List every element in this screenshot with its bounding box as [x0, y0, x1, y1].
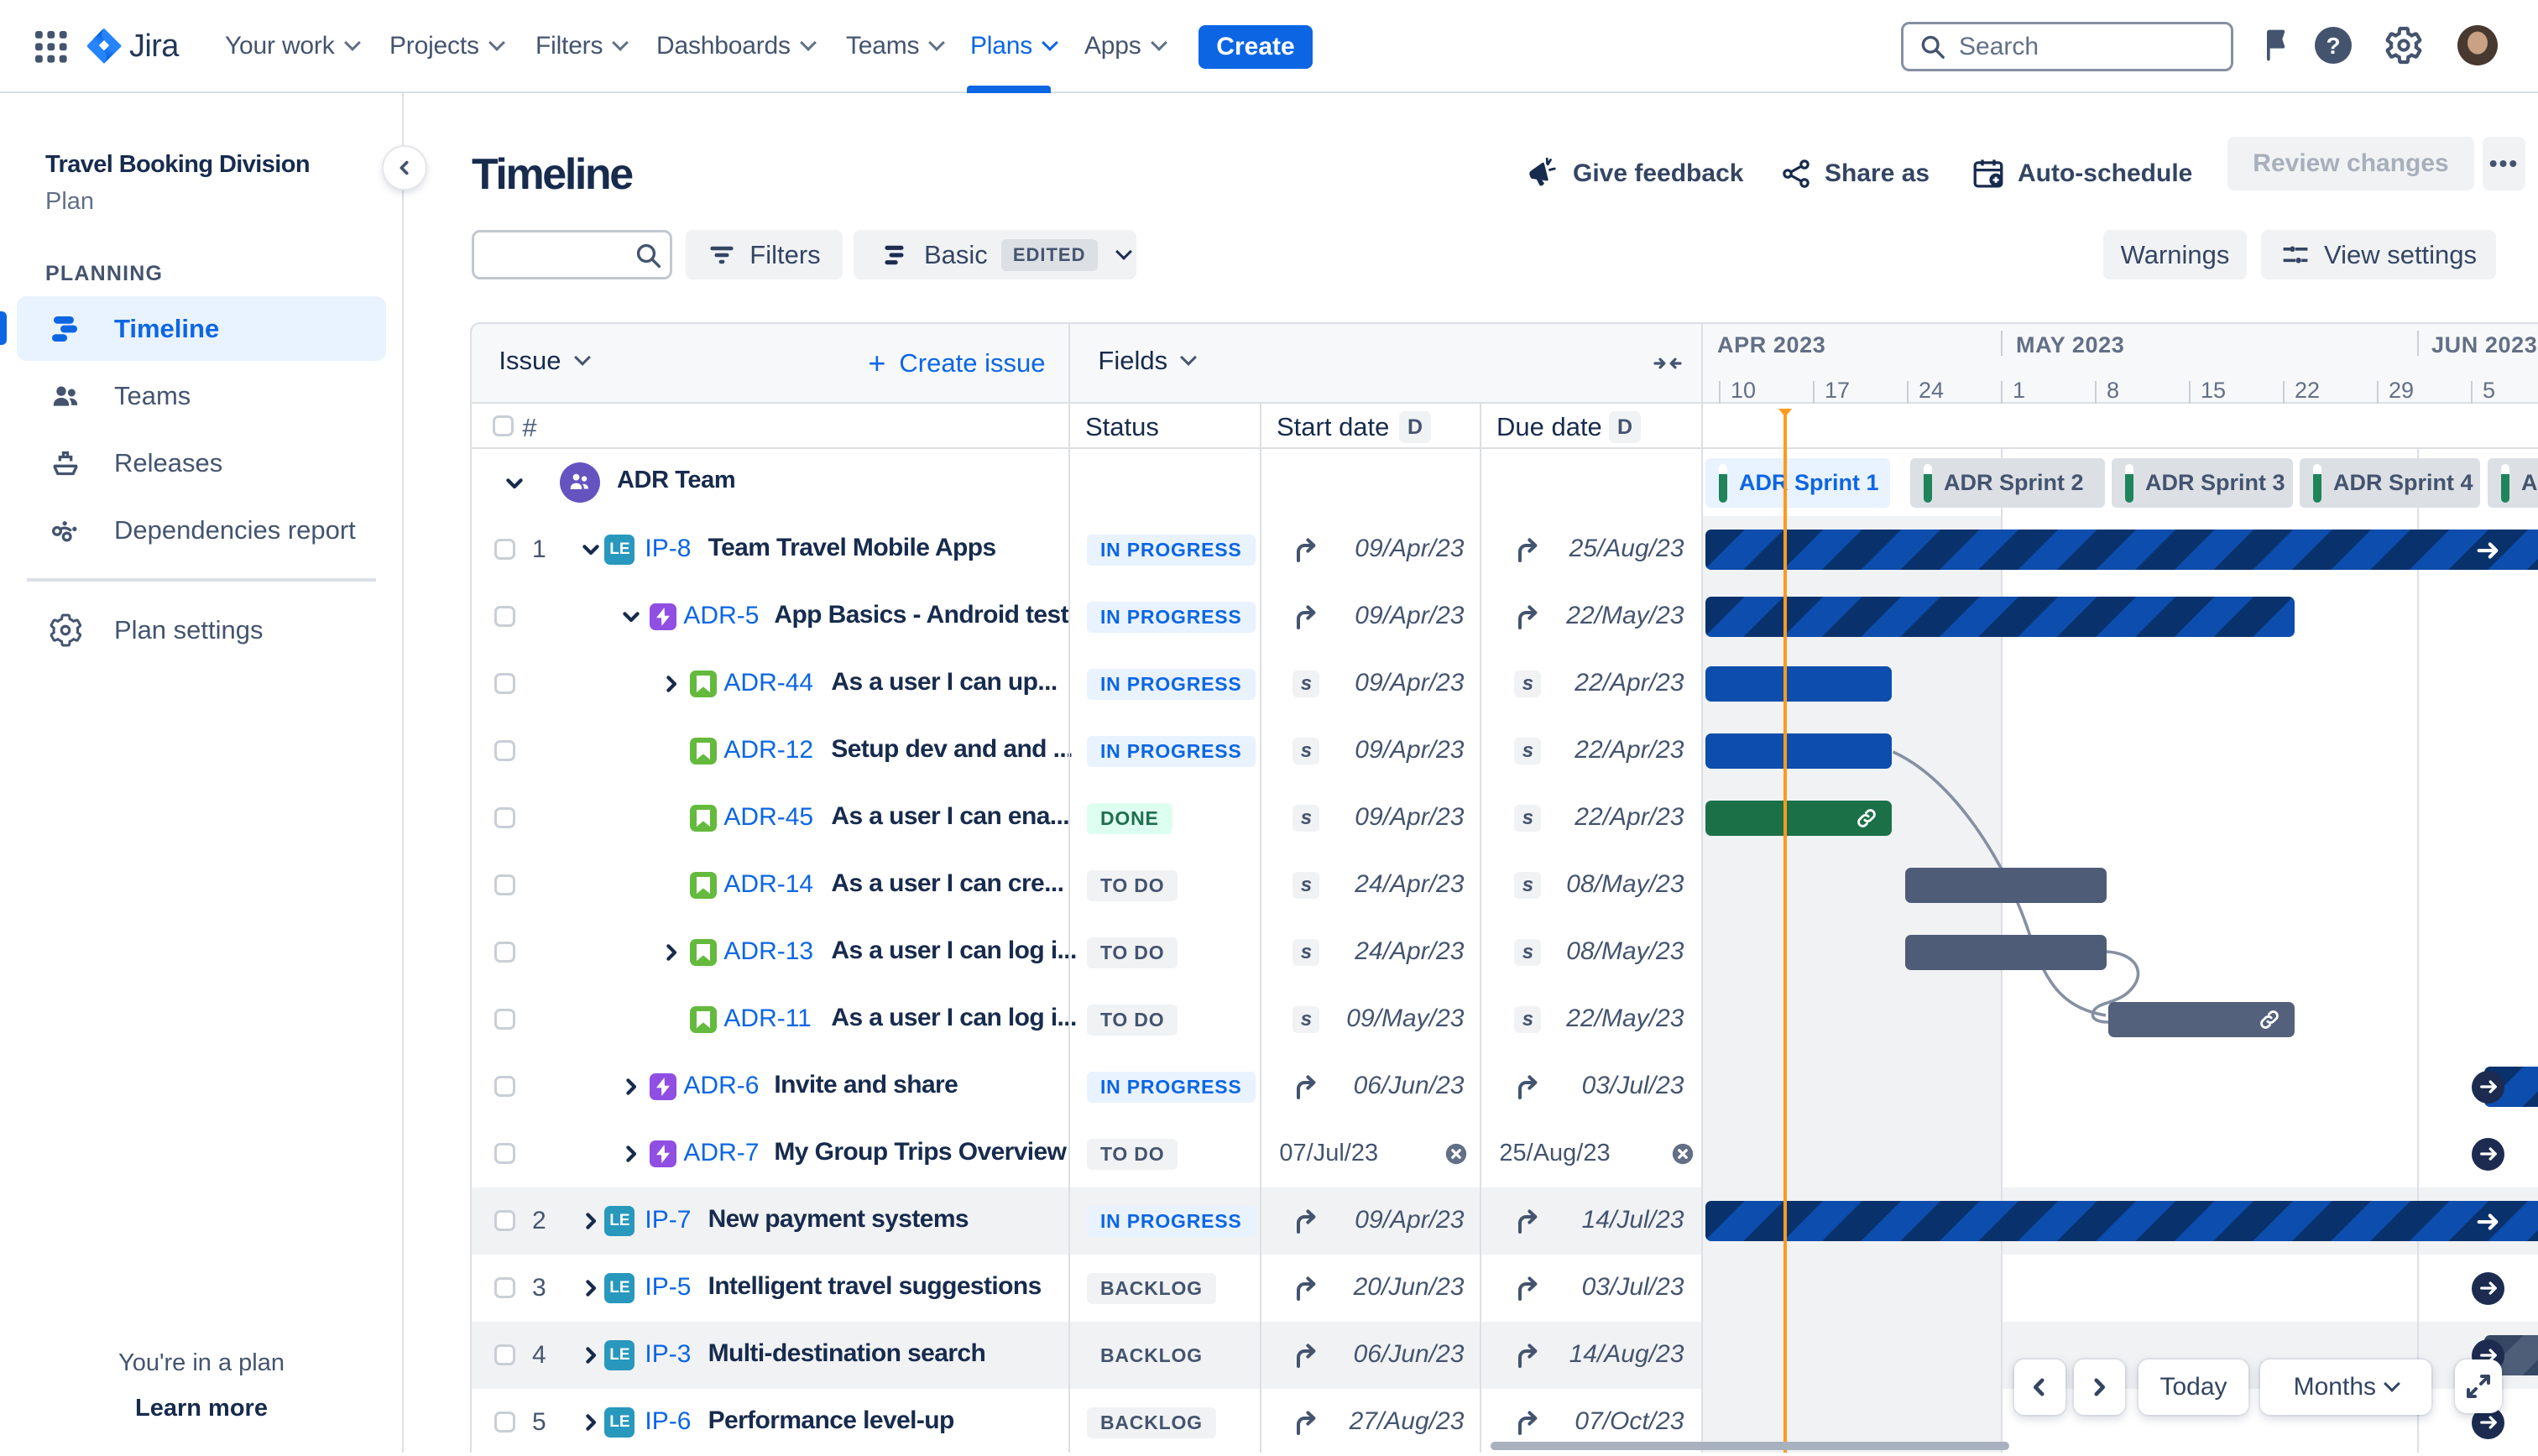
svg-text:?: ? — [2326, 33, 2340, 59]
